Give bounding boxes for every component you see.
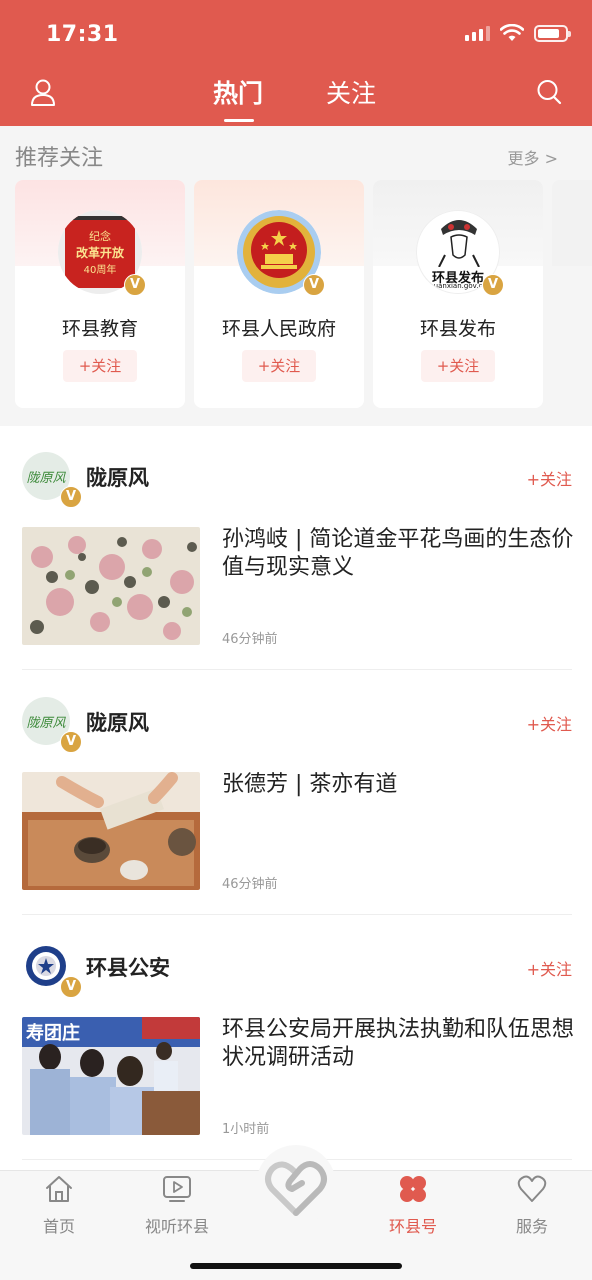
author-avatar[interactable]: 陇原风 V [22,452,82,508]
verified-badge-icon: V [60,976,82,998]
verified-badge-icon: V [60,486,82,508]
feed-list: 陇原风 V 陇原风 +关注 孙鸿岐 | 简论道金平花鸟画的生态价值与现实意义 4… [0,426,592,1170]
article-thumbnail[interactable]: 寿团庄 [22,1017,200,1135]
card-name: 环县人民政府 [221,318,336,340]
avatar: 环县发布 huanxian.gov.cn V [416,210,504,296]
card-name: 环县发布 [419,318,496,340]
article-time: 1小时前 [222,1122,270,1137]
avatar: 纪念 改革开放 40周年 V [58,210,146,296]
bottom-nav-account[interactable]: 环县号 [363,1171,463,1237]
author-avatar[interactable]: 陇原风 V [22,697,82,753]
battery-icon [534,24,571,42]
system-icons [465,24,571,42]
heart-service-icon [517,1175,547,1202]
wifi-icon [500,24,524,41]
article-title[interactable]: 张德芳 | 茶亦有道 [222,771,574,799]
flower-painting-image [22,527,200,645]
next-card-peek[interactable] [552,180,592,266]
author-name[interactable]: 陇原风 [86,707,149,737]
home-icon [46,1176,72,1202]
follow-button[interactable]: +关注 [527,956,572,980]
heart-hands-icon[interactable] [262,1153,330,1221]
divider [22,669,572,670]
avatar-calligraphy: 陇原风 [26,470,66,486]
author-name[interactable]: 陇原风 [86,462,149,492]
recommend-card[interactable]: 纪念 改革开放 40周年 V 环县教育 +关注 [15,180,185,408]
article-thumbnail[interactable] [22,527,200,645]
shadow-puppet-icon [438,220,480,267]
author-name[interactable]: 环县公安 [86,952,170,982]
recommend-title: 推荐关注 [15,146,104,171]
verified-badge-icon: V [60,731,82,753]
article-title[interactable]: 环县公安局开展执法执勤和队伍思想状况调研活动 [222,1016,574,1072]
poster-text: 40周年 [83,265,117,276]
feed-item[interactable]: 陇原风 V 陇原风 +关注 孙鸿岐 | 简论道金平花鸟画的生态价值与现实意义 4… [0,426,592,670]
bottom-nav-home[interactable]: 首页 [9,1171,109,1237]
top-header: 17:31 热门 关注 [0,0,592,126]
anniversary-poster: 纪念 改革开放 40周年 [65,216,135,288]
follow-button[interactable]: +关注 [421,350,495,382]
poster-text: 纪念 [89,230,111,243]
photo-banner-text: 寿团庄 [26,1023,80,1044]
home-indicator [190,1263,402,1269]
verified-badge-icon: V [303,274,325,296]
author-avatar[interactable]: V [22,942,82,998]
video-icon [163,1176,191,1202]
nav-bar: 热门 关注 [0,62,592,126]
follow-button[interactable]: +关注 [242,350,316,382]
tab-follow[interactable]: 关注 [326,74,376,110]
feed-item[interactable]: 陇原风 V 陇原风 +关注 张德芳 | 茶亦有道 46分钟前 [0,671,592,915]
search-icon[interactable] [536,78,562,106]
recommend-more-link[interactable]: 更多 > [508,145,559,169]
bottom-nav-video[interactable]: 视听环县 [127,1171,227,1237]
bottom-nav-label: 服务 [515,1217,548,1236]
card-name: 环县教育 [61,318,138,340]
tab-active-indicator [224,119,254,122]
clover-icon [400,1176,426,1202]
follow-button[interactable]: +关注 [527,711,572,735]
user-icon[interactable] [30,78,56,106]
verified-badge-icon: V [124,274,146,296]
recommend-card[interactable]: 环县发布 huanxian.gov.cn V 环县发布 +关注 [373,180,543,408]
follow-button[interactable]: +关注 [527,466,572,490]
recommend-card[interactable]: V 环县人民政府 +关注 [194,180,364,408]
tea-ceremony-image [22,772,200,890]
bottom-nav: 首页 视听环县 环县号 服务 [0,1145,592,1280]
divider [22,914,572,915]
signal-icon [465,25,490,41]
follow-button[interactable]: +关注 [63,350,137,382]
avatar-calligraphy: 陇原风 [26,715,66,731]
article-time: 46分钟前 [222,877,278,892]
recommend-section: 推荐关注 更多 > 纪念 改革开放 40周年 V 环县教育 +关注 V 环县人民… [0,126,592,426]
bottom-nav-label: 环县号 [388,1217,437,1236]
status-bar: 17:31 [0,0,592,62]
article-thumbnail[interactable] [22,772,200,890]
article-time: 46分钟前 [222,632,278,647]
bottom-nav-label: 视听环县 [144,1217,209,1236]
avatar: V [237,210,325,296]
status-time: 17:31 [46,22,119,47]
tab-hot[interactable]: 热门 [213,74,263,110]
verified-badge-icon: V [482,274,504,296]
feed-item[interactable]: V 环县公安 +关注 寿团庄 环县公安局开展执法执勤和队伍思想状况调研活动 1小… [0,916,592,1160]
bottom-nav-service[interactable]: 服务 [482,1171,582,1237]
bottom-nav-label: 首页 [42,1217,75,1236]
article-title[interactable]: 孙鸿岐 | 简论道金平花鸟画的生态价值与现实意义 [222,526,574,582]
poster-text: 改革开放 [75,246,124,260]
